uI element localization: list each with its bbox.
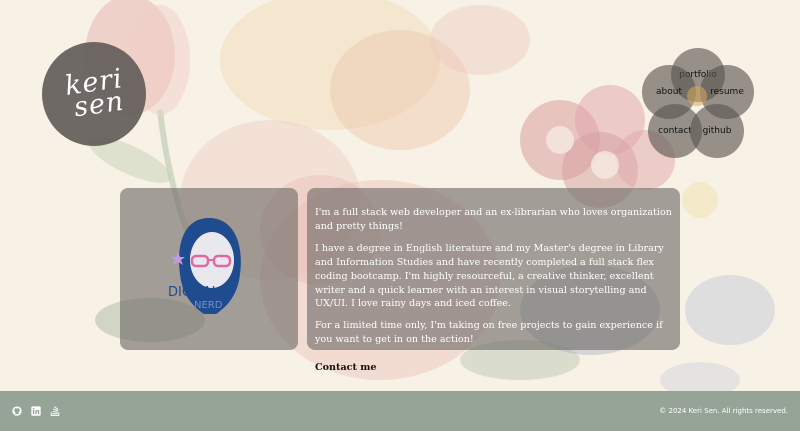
brand-text-digital: DIGITAL xyxy=(168,285,220,300)
digital-nerd-image: DIGITAL NERD xyxy=(168,218,241,314)
about-card: I'm a full stack web developer and an ex… xyxy=(307,188,680,373)
footer-social-icons xyxy=(12,406,60,416)
stack-overflow-icon[interactable] xyxy=(50,406,60,416)
logo-link[interactable]: keri sen xyxy=(42,42,146,146)
nav-github[interactable]: github xyxy=(690,104,744,158)
github-icon[interactable] xyxy=(12,406,22,416)
logo-text-line2: sen xyxy=(71,85,126,124)
brand-image-card: DIGITAL NERD xyxy=(120,188,298,350)
flower-nav: portfolio about resume contact github xyxy=(640,46,756,162)
copyright-text: © 2024 Keri Sen. All rights reserved. xyxy=(659,407,788,415)
about-paragraph-1: I'm a full stack web developer and an ex… xyxy=(315,207,672,232)
about-paragraph-3: For a limited time only, I'm taking on f… xyxy=(315,320,663,346)
linkedin-icon[interactable] xyxy=(31,406,41,416)
contact-me-link[interactable]: Contact me xyxy=(315,362,377,373)
about-paragraph-2: I have a degree in English literature an… xyxy=(315,242,664,310)
brand-text-nerd: NERD xyxy=(194,300,223,311)
footer: © 2024 Keri Sen. All rights reserved. xyxy=(0,391,800,431)
nav-flower-center xyxy=(687,86,707,106)
